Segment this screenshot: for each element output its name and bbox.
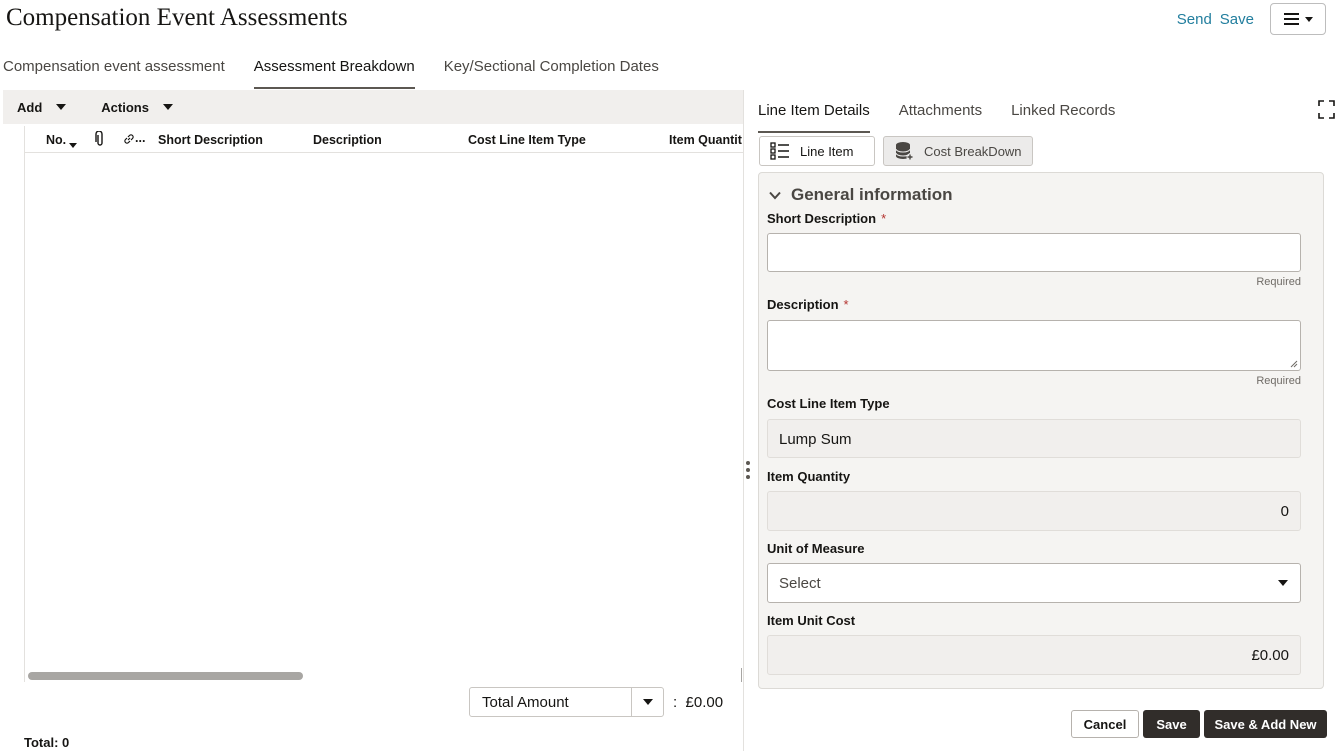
total-amount: : £0.00 [673,694,723,711]
cost-breakdown-label: Cost BreakDown [924,143,1022,159]
save-and-add-new-button[interactable]: Save & Add New [1204,710,1327,738]
short-description-label-text: Short Description [767,211,877,226]
sort-arrow-icon [69,143,78,148]
link-column-header[interactable]: ... [123,131,145,145]
send-button[interactable]: Send [1177,11,1212,28]
caret-down-icon [56,104,67,110]
unit-of-measure-select[interactable]: Select [767,563,1301,603]
required-mark: * [843,297,849,312]
link-ellipsis: ... [135,131,146,145]
section-title: General information [791,185,953,204]
actions-label: Actions [101,99,149,115]
total-type-select[interactable]: Total Amount [469,687,664,717]
description-label-text: Description [767,297,839,312]
item-quantity-label: Item Quantity [767,469,851,484]
general-information-header[interactable]: General information [769,185,953,205]
tab-assessment-breakdown[interactable]: Assessment Breakdown [253,52,415,89]
add-button[interactable]: Add [17,99,67,115]
cost-line-item-type-label: Cost Line Item Type [767,396,890,411]
list-icon [770,142,790,160]
line-item-label: Line Item [800,143,854,159]
line-items-table: No. ... Short Description Description Co… [24,126,743,682]
description-label: Description * [767,297,849,312]
tab-line-item-details[interactable]: Line Item Details [758,94,870,133]
description-textarea[interactable] [767,320,1301,371]
horizontal-scrollbar[interactable] [28,672,303,680]
tab-linked-records[interactable]: Linked Records [1011,94,1115,133]
table-header: No. ... Short Description Description Co… [25,126,743,153]
expand-icon[interactable] [1318,100,1335,119]
menu-button[interactable] [1270,3,1326,35]
database-icon [894,141,914,161]
caret-down-icon [162,104,173,110]
column-number-label: No. [46,133,67,147]
save-button[interactable]: Save [1143,710,1200,738]
page-title: Compensation Event Assessments [6,4,348,31]
description-hint: Required [1256,375,1301,387]
chevron-down-icon [769,191,781,199]
short-description-label: Short Description * [767,211,886,226]
tab-attachments[interactable]: Attachments [899,94,982,133]
item-unit-cost-label: Item Unit Cost [767,613,856,628]
detail-tabs: Line Item Details Attachments Linked Rec… [758,94,1144,133]
general-information-panel: General information Short Description * R… [758,172,1324,689]
unit-of-measure-label: Unit of Measure [767,541,865,556]
tab-compensation-event-assessment[interactable]: Compensation event assessment [3,52,225,89]
item-unit-cost-value: £0.00 [1251,647,1289,664]
column-header-number[interactable]: No. [46,133,78,148]
hamburger-icon [1283,13,1299,25]
column-header-cost-line-item-type[interactable]: Cost Line Item Type [468,133,586,147]
caret-down-icon [642,699,653,705]
header-save-button[interactable]: Save [1220,11,1254,28]
total-separator: : [673,694,678,711]
line-item-segment[interactable]: Line Item [759,136,875,166]
paperclip-icon [95,130,105,150]
cost-breakdown-segment[interactable]: Cost BreakDown [883,136,1033,166]
short-description-input[interactable] [767,233,1301,272]
table-toolbar: Add Actions [3,90,743,124]
short-description-hint: Required [1256,276,1301,288]
cost-line-item-type-field: Lump Sum [767,419,1301,458]
actions-button[interactable]: Actions [101,100,173,115]
cancel-button[interactable]: Cancel [1071,710,1139,738]
header-actions: Send Save [1177,3,1335,35]
column-header-description[interactable]: Description [313,133,382,147]
item-unit-cost-field: £0.00 [767,635,1301,675]
total-type-value: Total Amount [482,693,569,711]
caret-down-icon [1278,580,1288,586]
chevron-down-icon [1304,16,1313,22]
main-tabs: Compensation event assessment Assessment… [0,52,673,89]
required-mark: * [881,211,887,226]
dropdown-toggle[interactable] [631,688,663,716]
total-count: Total: 0 [24,735,70,750]
tab-key-sectional-completion-dates[interactable]: Key/Sectional Completion Dates [444,52,659,89]
item-quantity-value: 0 [1280,503,1289,520]
panel-splitter[interactable] [743,90,744,751]
column-header-short-description[interactable]: Short Description [158,133,263,147]
splitter-grip-icon[interactable] [746,461,750,479]
column-header-item-quantity[interactable]: Item Quantit [669,133,742,147]
cost-line-item-type-value: Lump Sum [779,431,852,448]
add-label: Add [17,99,43,115]
scrollbar-track-end [741,668,742,682]
resize-handle-icon[interactable] [1290,360,1298,368]
total-amount-value: £0.00 [685,694,724,711]
link-icon [124,134,134,144]
item-quantity-field: 0 [767,491,1301,531]
unit-of-measure-value: Select [779,575,821,592]
